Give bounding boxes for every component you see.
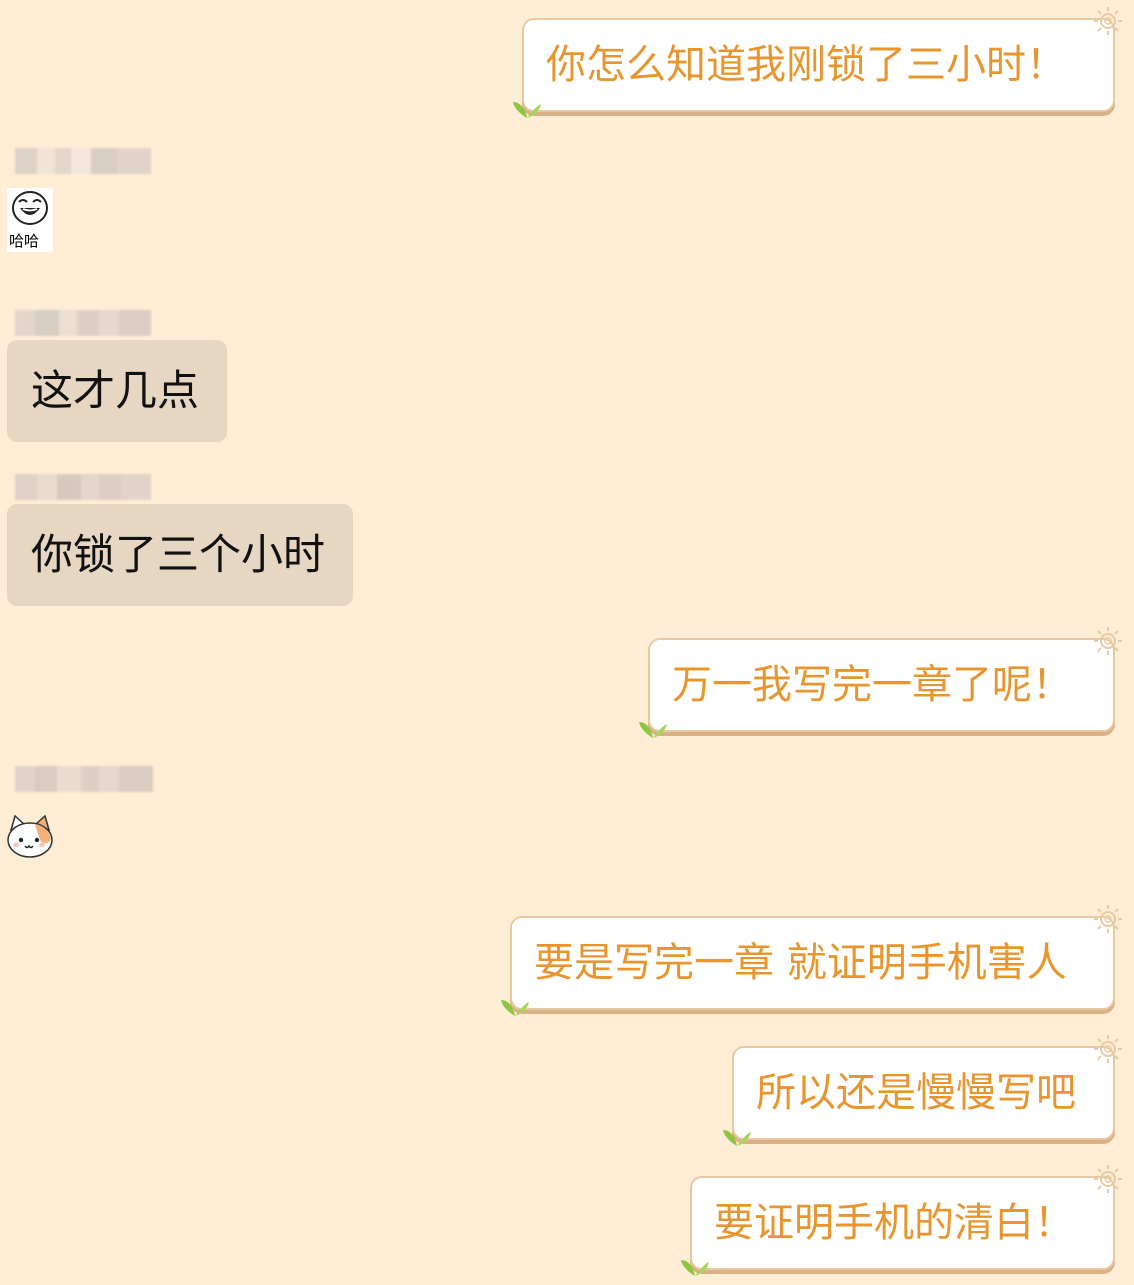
message-text: 要是写完一章 就证明手机害人 bbox=[534, 940, 1067, 986]
leaf-decoration-icon bbox=[501, 1000, 529, 1016]
message-text: 你锁了三个小时 bbox=[31, 530, 326, 579]
blurred-sender-name bbox=[15, 148, 151, 174]
message-text: 所以还是慢慢写吧 bbox=[756, 1070, 1076, 1116]
outgoing-message-bubble[interactable]: 万一我写完一章了呢！ bbox=[639, 627, 1122, 738]
message-text: 万一我写完一章了呢！ bbox=[672, 662, 1072, 708]
cat-face-sticker[interactable] bbox=[5, 812, 55, 860]
sun-decoration-icon bbox=[1094, 905, 1122, 933]
outgoing-message-bubble[interactable]: 要证明手机的清白！ bbox=[681, 1165, 1122, 1276]
outgoing-message-bubble[interactable]: 所以还是慢慢写吧 bbox=[723, 1035, 1122, 1146]
laughing-face-icon bbox=[12, 191, 48, 225]
blurred-sender-name bbox=[15, 474, 151, 500]
sun-decoration-icon bbox=[1094, 627, 1122, 655]
message-text: 你怎么知道我刚锁了三小时！ bbox=[546, 42, 1066, 88]
blurred-sender-name bbox=[15, 766, 153, 792]
leaf-decoration-icon bbox=[639, 722, 667, 738]
message-text: 这才几点 bbox=[31, 366, 200, 415]
sticker-caption: 哈哈 bbox=[9, 232, 40, 250]
cat-face-icon bbox=[7, 814, 53, 858]
leaf-decoration-icon bbox=[681, 1260, 709, 1276]
leaf-decoration-icon bbox=[513, 102, 541, 118]
outgoing-message-bubble[interactable]: 你怎么知道我刚锁了三小时！ bbox=[513, 7, 1122, 118]
incoming-message-bubble[interactable]: 你锁了三个小时 bbox=[7, 504, 353, 606]
incoming-message-bubble[interactable]: 这才几点 bbox=[7, 340, 227, 442]
leaf-decoration-icon bbox=[723, 1130, 751, 1146]
sun-decoration-icon bbox=[1094, 7, 1122, 35]
sun-decoration-icon bbox=[1094, 1165, 1122, 1193]
sun-decoration-icon bbox=[1094, 1035, 1122, 1063]
message-text: 要证明手机的清白！ bbox=[714, 1200, 1074, 1246]
laughing-face-sticker[interactable]: 哈哈 bbox=[7, 188, 53, 252]
blurred-sender-name bbox=[15, 310, 151, 336]
outgoing-message-bubble[interactable]: 要是写完一章 就证明手机害人 bbox=[501, 905, 1122, 1016]
